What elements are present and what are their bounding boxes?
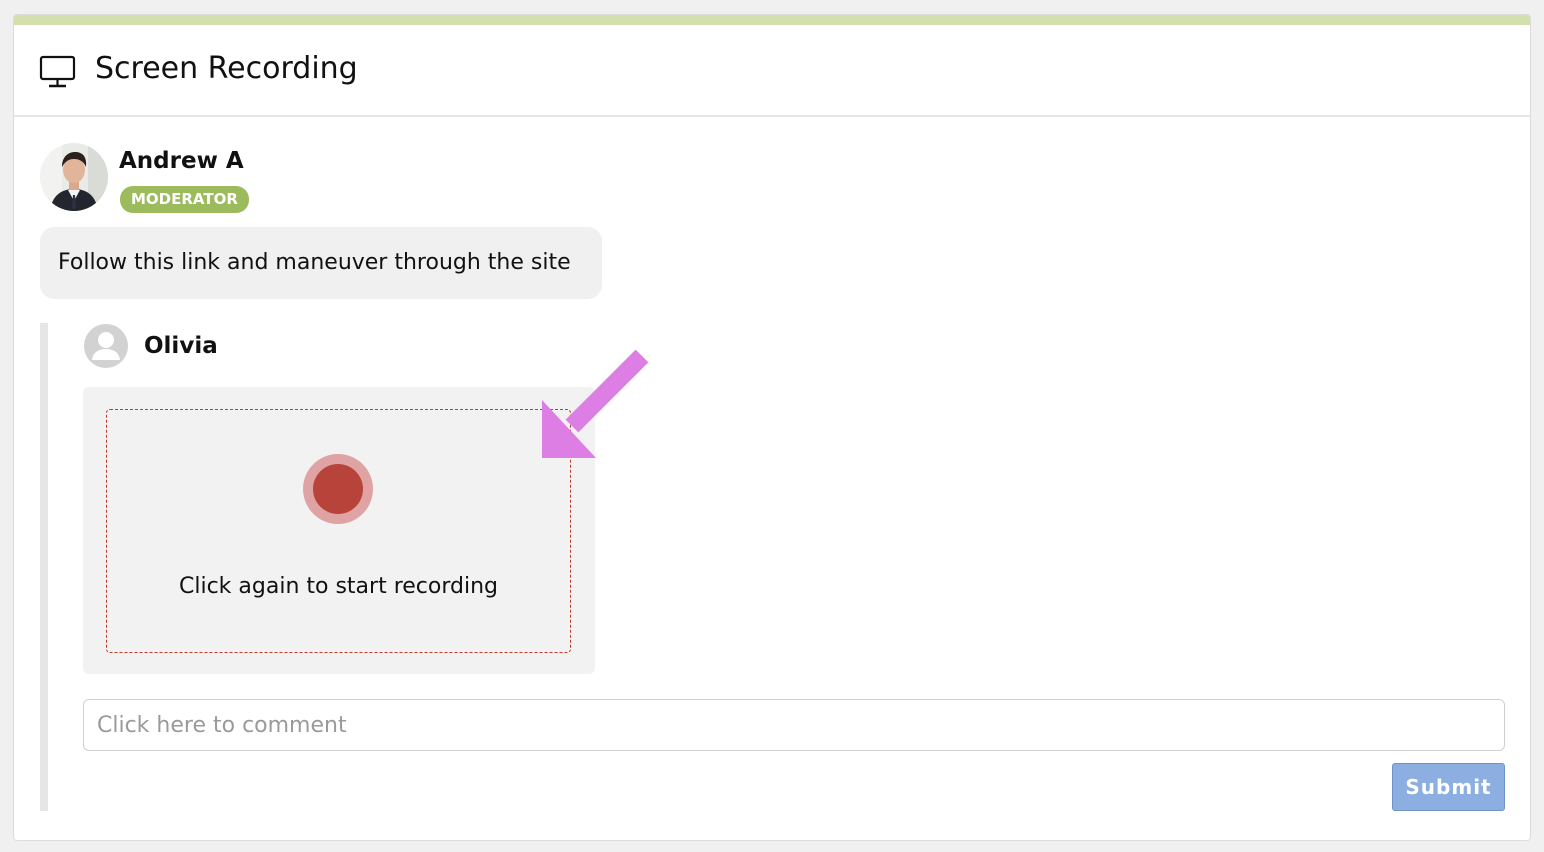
recorder-panel: Click again to start recording xyxy=(83,387,595,674)
moderator-avatar xyxy=(40,143,108,211)
thread-indent-line xyxy=(40,323,48,811)
card-accent-bar xyxy=(14,15,1530,25)
user-placeholder-icon xyxy=(84,324,128,368)
comment-input[interactable] xyxy=(83,699,1505,751)
reply-author-name: Olivia xyxy=(144,333,218,359)
card-header: Screen Recording xyxy=(14,25,1530,117)
submit-button[interactable]: Submit xyxy=(1392,763,1505,811)
record-button[interactable] xyxy=(303,454,373,524)
start-recording-area[interactable]: Click again to start recording xyxy=(106,409,571,653)
record-icon xyxy=(313,464,363,514)
person-avatar-icon xyxy=(40,143,108,211)
pointer-arrow-icon xyxy=(542,349,649,458)
recorder-hint: Click again to start recording xyxy=(179,574,498,599)
screen-recording-card: Screen Recording Andrew A MODERATOR Foll… xyxy=(13,14,1531,841)
moderator-message: Follow this link and maneuver through th… xyxy=(40,227,602,299)
page-title: Screen Recording xyxy=(95,51,358,86)
moderator-name: Andrew A xyxy=(119,148,244,174)
monitor-icon xyxy=(39,55,76,88)
moderator-badge: MODERATOR xyxy=(120,186,249,213)
